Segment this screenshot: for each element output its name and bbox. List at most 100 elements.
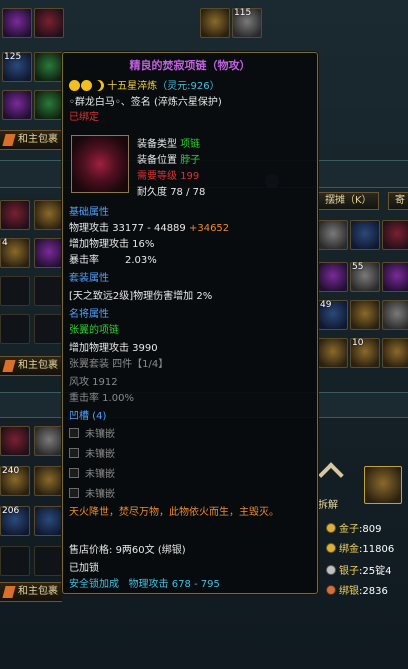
- flag-icon: [2, 586, 16, 598]
- smiley-icon: [81, 80, 92, 91]
- item-slot[interactable]: [318, 338, 348, 368]
- item-slot[interactable]: [350, 300, 380, 330]
- split-target-slot[interactable]: [364, 466, 402, 504]
- durability: 耐久度 78 / 78: [137, 187, 206, 198]
- item-slot[interactable]: [2, 8, 32, 38]
- item-count: 10: [352, 338, 364, 348]
- item-count: 125: [4, 52, 22, 62]
- item-slot[interactable]: [0, 314, 30, 344]
- gem-slot: 未镶嵌: [69, 465, 115, 480]
- item-slot[interactable]: [34, 314, 64, 344]
- item-slot[interactable]: [382, 262, 408, 292]
- main-bag-label: 和主包裹: [18, 586, 58, 597]
- item-slot[interactable]: 206: [0, 506, 30, 536]
- item-count: 4: [2, 238, 8, 248]
- gem-slot: 未镶嵌: [69, 445, 115, 460]
- coin-icon: [326, 523, 336, 533]
- item-slot[interactable]: 240: [0, 466, 30, 496]
- lock-status: 已加锁: [69, 563, 99, 574]
- main-bag-label: 和主包裹: [18, 134, 58, 145]
- item-title: 精良的焚寂项链（物攻）: [129, 59, 251, 72]
- item-slot[interactable]: [200, 8, 230, 38]
- star-level: 十五星淬炼: [107, 81, 158, 92]
- equip-position: 装备位置 脖子: [137, 155, 201, 166]
- item-slot[interactable]: [34, 8, 64, 38]
- currency-silver: 银子:25锭4: [326, 564, 391, 580]
- item-slot[interactable]: [34, 238, 64, 268]
- bound-status: 已绑定: [69, 112, 99, 123]
- coin-icon: [326, 565, 336, 575]
- item-slot[interactable]: [34, 426, 64, 456]
- star-line: 十五星淬炼（灵元:926）: [69, 77, 220, 92]
- main-bag-button[interactable]: 和主包裹: [0, 356, 62, 376]
- famous-attr-header: 名将属性: [69, 309, 109, 320]
- main-bag-button[interactable]: 和主包裹: [0, 582, 62, 602]
- item-slot[interactable]: [34, 276, 64, 306]
- item-slot[interactable]: [318, 220, 348, 250]
- split-button-label[interactable]: 拆解: [318, 496, 338, 511]
- main-bag-button[interactable]: 和主包裹: [0, 130, 62, 150]
- item-slot[interactable]: 49: [318, 300, 348, 330]
- item-slot[interactable]: [34, 546, 64, 576]
- moon-icon: [93, 80, 104, 91]
- item-slot[interactable]: 4: [0, 238, 30, 268]
- necklace-icon: [71, 135, 129, 193]
- item-slot[interactable]: 125: [2, 52, 32, 82]
- sell-price: 售店价格: 9两60文 (绑银): [69, 545, 186, 556]
- item-slot[interactable]: [0, 426, 30, 456]
- item-slot[interactable]: [318, 262, 348, 292]
- item-slot[interactable]: [34, 466, 64, 496]
- currency-bound-gold: 绑金:11806: [326, 542, 394, 558]
- gem-slot-icon: [69, 448, 79, 458]
- item-slot[interactable]: 10: [350, 338, 380, 368]
- equip-type: 装备类型 项链: [137, 139, 201, 150]
- lock-bonus: 安全锁加成 物理攻击 678 - 795: [69, 579, 220, 590]
- item-slot[interactable]: [350, 220, 380, 250]
- tab-consign[interactable]: 寄: [388, 192, 408, 210]
- item-slot[interactable]: [34, 90, 64, 120]
- famous-attr: 增加物理攻击 3990: [69, 343, 158, 354]
- required-level: 需要等级 199: [137, 171, 200, 182]
- item-slot[interactable]: 55: [350, 262, 380, 292]
- item-slot[interactable]: 115: [232, 8, 262, 38]
- item-tooltip: 精良的焚寂项链（物攻） 十五星淬炼（灵元:926） ◦群龙白马◦、签名 (淬炼六…: [62, 52, 318, 594]
- coin-icon: [326, 585, 336, 595]
- main-bag-label: 和主包裹: [18, 360, 58, 371]
- flavor-text: 天火降世，焚尽万物，此物依火而生，主毁灭。: [69, 507, 279, 518]
- item-count: 55: [352, 262, 364, 272]
- famous-set: 张翼套装 四件【1/4】: [69, 359, 169, 370]
- item-slot[interactable]: [382, 338, 408, 368]
- engraving: ◦群龙白马◦、签名 (淬炼六星保护): [69, 97, 222, 108]
- item-count: 115: [234, 8, 252, 18]
- currency-gold: 金子:809: [326, 522, 381, 538]
- item-slot[interactable]: [34, 506, 64, 536]
- item-slot[interactable]: [2, 90, 32, 120]
- famous-sub2: 重击率 1.00%: [69, 393, 134, 404]
- item-slot[interactable]: [0, 546, 30, 576]
- flag-icon: [2, 134, 16, 146]
- item-slot[interactable]: [34, 52, 64, 82]
- item-count: 206: [2, 506, 20, 516]
- coin-icon: [326, 543, 336, 553]
- gem-slot-icon: [69, 428, 79, 438]
- item-count: 240: [2, 466, 20, 476]
- item-count: 49: [320, 300, 332, 310]
- tab-stall[interactable]: 摆摊（K）: [318, 192, 379, 210]
- item-slot[interactable]: [382, 300, 408, 330]
- attr-crit: 暴击率 2.03%: [69, 255, 157, 266]
- currency-bound-silver: 绑银:2836: [326, 584, 388, 600]
- gem-slot: 未镶嵌: [69, 485, 115, 500]
- item-slot[interactable]: [382, 220, 408, 250]
- item-slot[interactable]: [0, 276, 30, 306]
- famous-sub1: 风攻 1912: [69, 377, 118, 388]
- set-attr: [天之致远2级]物理伤害增加 2%: [69, 291, 213, 302]
- set-attr-header: 套装属性: [69, 273, 109, 284]
- item-slot[interactable]: [0, 200, 30, 230]
- famous-item-name: 张翼的项链: [69, 325, 119, 336]
- slots-header: 凹槽 (4): [69, 411, 107, 422]
- attr-physical-attack: 物理攻击 33177 - 44889 +34652: [69, 223, 230, 234]
- smiley-icon: [69, 80, 80, 91]
- gem-slot: 未镶嵌: [69, 425, 115, 440]
- item-slot[interactable]: [34, 200, 64, 230]
- base-attr-header: 基础属性: [69, 207, 109, 218]
